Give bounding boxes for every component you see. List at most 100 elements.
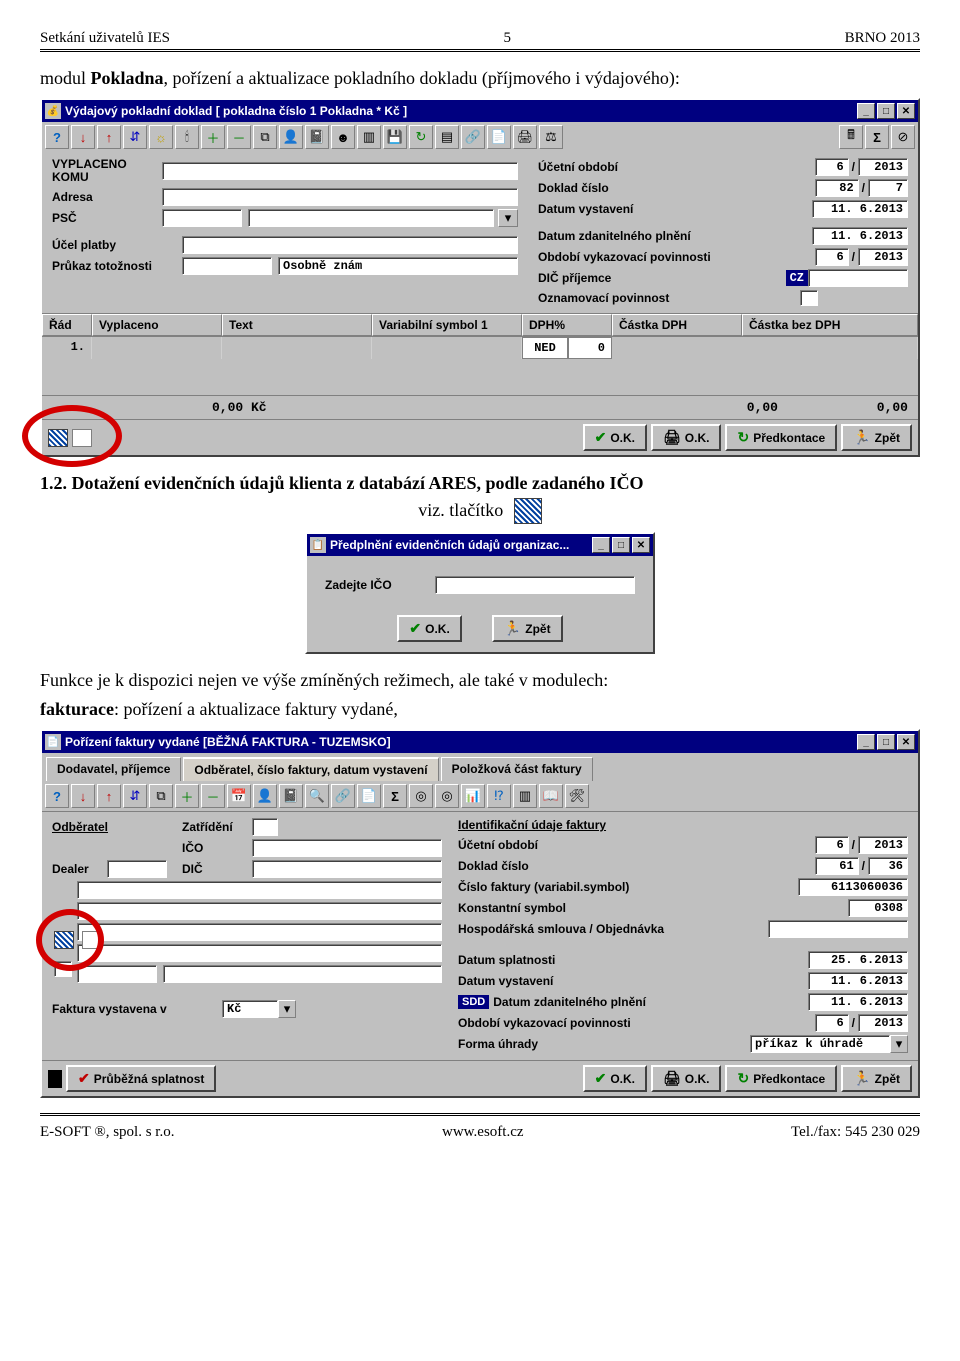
select-mena[interactable]: Kč: [222, 1000, 278, 1018]
ok-button[interactable]: ✔O.K.: [583, 1065, 647, 1092]
tool-icon[interactable]: 🛠: [565, 784, 589, 808]
maximize-button[interactable]: □: [612, 537, 630, 553]
maximize-button[interactable]: □: [877, 734, 895, 750]
dropdown-icon[interactable]: ▾: [278, 1000, 296, 1018]
book2-icon[interactable]: 📖: [539, 784, 563, 808]
input-adresa[interactable]: [162, 188, 518, 206]
help-icon[interactable]: ?: [45, 784, 69, 808]
print-ok-button[interactable]: 🖨O.K.: [651, 424, 721, 451]
lookup-button[interactable]: ▾: [498, 209, 518, 227]
table-row[interactable]: 1. NED 0: [42, 337, 918, 359]
predkontace-button[interactable]: ↻Předkontace: [725, 424, 837, 451]
input-hs[interactable]: [768, 920, 908, 938]
input-ks[interactable]: 0308: [848, 899, 908, 917]
calendar-icon[interactable]: 📅: [227, 784, 251, 808]
chart-icon[interactable]: 📊: [461, 784, 485, 808]
input-splat[interactable]: 25. 6.2013: [808, 951, 908, 969]
input-doklad-1[interactable]: 82: [815, 179, 859, 197]
candle-icon[interactable]: 🕯: [175, 125, 199, 149]
help-icon[interactable]: ?: [45, 125, 69, 149]
down-arrow-icon[interactable]: ↓: [71, 784, 95, 808]
input-prukaz-cislo[interactable]: [182, 257, 272, 275]
add-icon[interactable]: ＋: [201, 125, 225, 149]
input-dc2[interactable]: 36: [868, 857, 908, 875]
user-icon[interactable]: 👤: [253, 784, 277, 808]
dropdown-icon[interactable]: ▾: [890, 1035, 908, 1053]
input-dic[interactable]: [252, 860, 442, 878]
predkontace-button[interactable]: ↻Předkontace: [725, 1065, 837, 1092]
help2-icon[interactable]: ⁉: [487, 784, 511, 808]
select-forma[interactable]: příkaz k úhradě: [750, 1035, 890, 1053]
nav-icon[interactable]: ⇵: [123, 784, 147, 808]
capture-icon[interactable]: ⧉: [253, 125, 277, 149]
ok-button[interactable]: ✔O.K.: [583, 424, 647, 451]
input-ov-y[interactable]: 2013: [858, 1014, 908, 1032]
input-dealer[interactable]: [107, 860, 167, 878]
input-ucel[interactable]: [182, 236, 518, 254]
face-icon[interactable]: ☻: [331, 125, 355, 149]
input-zatrideni[interactable]: [252, 818, 278, 836]
sum-icon[interactable]: Σ: [865, 125, 889, 149]
print-ok-button[interactable]: 🖨O.K.: [651, 1065, 721, 1092]
doc-icon[interactable]: 📄: [487, 125, 511, 149]
print-icon[interactable]: 🖨: [513, 125, 537, 149]
input-ico[interactable]: [252, 839, 442, 857]
circle2-icon[interactable]: ◎: [435, 784, 459, 808]
input-line4[interactable]: [77, 944, 442, 962]
input-line3[interactable]: [77, 923, 442, 941]
input-vyst[interactable]: 11. 6.2013: [808, 972, 908, 990]
tab-odberatel[interactable]: Odběratel, číslo faktury, datum vystaven…: [183, 757, 438, 781]
input-doklad-2[interactable]: 7: [868, 179, 908, 197]
remove-icon[interactable]: －: [227, 125, 251, 149]
sdd-badge[interactable]: SDD: [458, 995, 489, 1009]
input-uo-year[interactable]: 2013: [858, 158, 908, 176]
find-icon[interactable]: 🔍: [305, 784, 329, 808]
minimize-button[interactable]: _: [592, 537, 610, 553]
checkbox-oznam[interactable]: [800, 290, 818, 306]
input-vyplaceno-komu[interactable]: [162, 162, 518, 180]
input-ov-m[interactable]: 6: [815, 248, 849, 266]
input-prukaz-znam[interactable]: Osobně znám: [278, 257, 518, 275]
input-line1[interactable]: [77, 881, 442, 899]
input-dic[interactable]: [808, 269, 908, 287]
tab-polozky[interactable]: Položková část faktury: [441, 757, 593, 781]
nav-icon[interactable]: ⇵: [123, 125, 147, 149]
input-ov-m[interactable]: 6: [815, 1014, 849, 1032]
input-cf[interactable]: 6113060036: [798, 878, 908, 896]
up-arrow-icon[interactable]: ↑: [97, 784, 121, 808]
input-zdan[interactable]: 11. 6.2013: [808, 993, 908, 1011]
stop-icon[interactable]: ⊘: [891, 125, 915, 149]
input-dc1[interactable]: 61: [815, 857, 859, 875]
scale-icon[interactable]: ⚖: [539, 125, 563, 149]
input-uo-y[interactable]: 2013: [858, 836, 908, 854]
minimize-button[interactable]: _: [857, 734, 875, 750]
tab-dodavatel[interactable]: Dodavatel, příjemce: [46, 757, 181, 781]
doc-icon[interactable]: 📄: [357, 784, 381, 808]
close-button[interactable]: ✕: [632, 537, 650, 553]
zpet-button[interactable]: 🏃Zpět: [841, 1065, 912, 1092]
input-ico[interactable]: [435, 576, 635, 594]
input-uo-month[interactable]: 6: [815, 158, 849, 176]
input-mesto[interactable]: [248, 209, 494, 227]
input-mesto[interactable]: [163, 965, 442, 983]
close-button[interactable]: ✕: [897, 103, 915, 119]
label-ident-udaje[interactable]: Identifikační údaje faktury: [458, 818, 908, 832]
input-uo-m[interactable]: 6: [815, 836, 849, 854]
label-odberatel[interactable]: Odběratel: [52, 820, 142, 834]
up-arrow-icon[interactable]: ↑: [97, 125, 121, 149]
add-icon[interactable]: ＋: [175, 784, 199, 808]
input-datum-zdan[interactable]: 11. 6.2013: [812, 227, 908, 245]
refresh-icon[interactable]: ↻: [409, 125, 433, 149]
minimize-button[interactable]: _: [857, 103, 875, 119]
input-psc[interactable]: [77, 965, 157, 983]
input-psc[interactable]: [162, 209, 242, 227]
link-icon[interactable]: 🔗: [331, 784, 355, 808]
calc-icon[interactable]: 🖩: [839, 125, 863, 149]
panel-icon[interactable]: ▥: [513, 784, 537, 808]
user-icon[interactable]: 👤: [279, 125, 303, 149]
ok-button[interactable]: ✔O.K.: [397, 615, 461, 642]
remove-icon[interactable]: －: [201, 784, 225, 808]
close-button[interactable]: ✕: [897, 734, 915, 750]
circle-icon[interactable]: ◎: [409, 784, 433, 808]
link-icon[interactable]: 🔗: [461, 125, 485, 149]
